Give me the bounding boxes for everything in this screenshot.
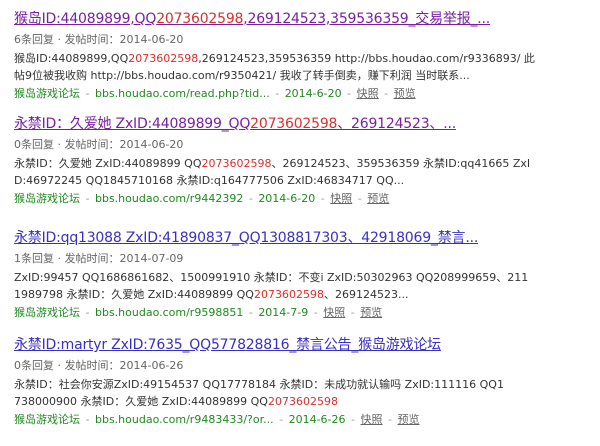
search-result-4: 永禁ID:martyr ZxID:7635_QQ577828816_禁言公告_猴…	[14, 336, 590, 427]
preview-link[interactable]: 预览	[360, 306, 382, 319]
result-url: bbs.houdao.com/r9483433/?or...	[94, 413, 274, 426]
search-result-2: 永禁ID：久爱她 ZxID:44089899_QQ2073602598、2691…	[14, 115, 590, 206]
search-result-1: 猴岛ID:44089899,QQ2073602598,269124523,359…	[14, 10, 590, 101]
result-source: 猴岛游戏论坛	[14, 306, 80, 319]
result-date: 2014-6-20	[258, 192, 316, 205]
result-title-link[interactable]: 永禁ID:qq13088 ZxID:41890837_QQ1308817303、…	[14, 229, 590, 247]
result-snippet: 猴岛ID:44089899,QQ2073602598,269124523,359…	[14, 52, 535, 82]
result-title-link[interactable]: 永禁ID：久爱她 ZxID:44089899_QQ2073602598、2691…	[14, 115, 590, 133]
result-date: 2014-7-9	[258, 306, 309, 319]
result-footer: 猴岛游戏论坛 - bbs.houdao.com/r9442392 - 2014-…	[14, 192, 390, 205]
result-url: bbs.houdao.com/r9442392	[94, 192, 244, 205]
result-source: 猴岛游戏论坛	[14, 413, 80, 426]
preview-link[interactable]: 预览	[398, 413, 420, 426]
result-title-link[interactable]: 永禁ID:martyr ZxID:7635_QQ577828816_禁言公告_猴…	[14, 336, 590, 354]
result-snippet: 永禁ID：久爱她 ZxID:44089899 QQ2073602598、2691…	[14, 157, 531, 187]
result-footer: 猴岛游戏论坛 - bbs.houdao.com/read.php?tid... …	[14, 87, 416, 100]
result-footer: 猴岛游戏论坛 - bbs.houdao.com/r9483433/?or... …	[14, 413, 420, 426]
result-url: bbs.houdao.com/r9598851	[94, 306, 244, 319]
cache-link[interactable]: 快照	[361, 413, 383, 426]
cache-link[interactable]: 快照	[323, 306, 345, 319]
result-snippet: 永禁ID：社会你安源ZxID:49154537 QQ17778184 永禁ID：…	[14, 378, 504, 408]
result-date: 2014-6-26	[288, 413, 346, 426]
preview-link[interactable]: 预览	[367, 192, 389, 205]
preview-link[interactable]: 预览	[394, 87, 416, 100]
result-source: 猴岛游戏论坛	[14, 192, 80, 205]
result-source: 猴岛游戏论坛	[14, 87, 80, 100]
result-snippet: ZxID:99457 QQ1686861682、1500991910 永禁ID：…	[14, 271, 529, 301]
result-title-link[interactable]: 猴岛ID:44089899,QQ2073602598,269124523,359…	[14, 10, 590, 28]
cache-link[interactable]: 快照	[357, 87, 379, 100]
result-meta: 0条回复 · 发帖时间：2014-06-26	[14, 359, 184, 372]
result-meta: 0条回复 · 发帖时间：2014-06-20	[14, 138, 184, 151]
cache-link[interactable]: 快照	[330, 192, 352, 205]
result-footer: 猴岛游戏论坛 - bbs.houdao.com/r9598851 - 2014-…	[14, 306, 383, 319]
search-result-3: 永禁ID:qq13088 ZxID:41890837_QQ1308817303、…	[14, 229, 590, 320]
result-meta: 6条回复 · 发帖时间：2014-06-20	[14, 33, 184, 46]
result-url: bbs.houdao.com/read.php?tid...	[94, 87, 270, 100]
result-meta: 1条回复 · 发帖时间：2014-07-09	[14, 252, 184, 265]
result-date: 2014-6-20	[284, 87, 342, 100]
